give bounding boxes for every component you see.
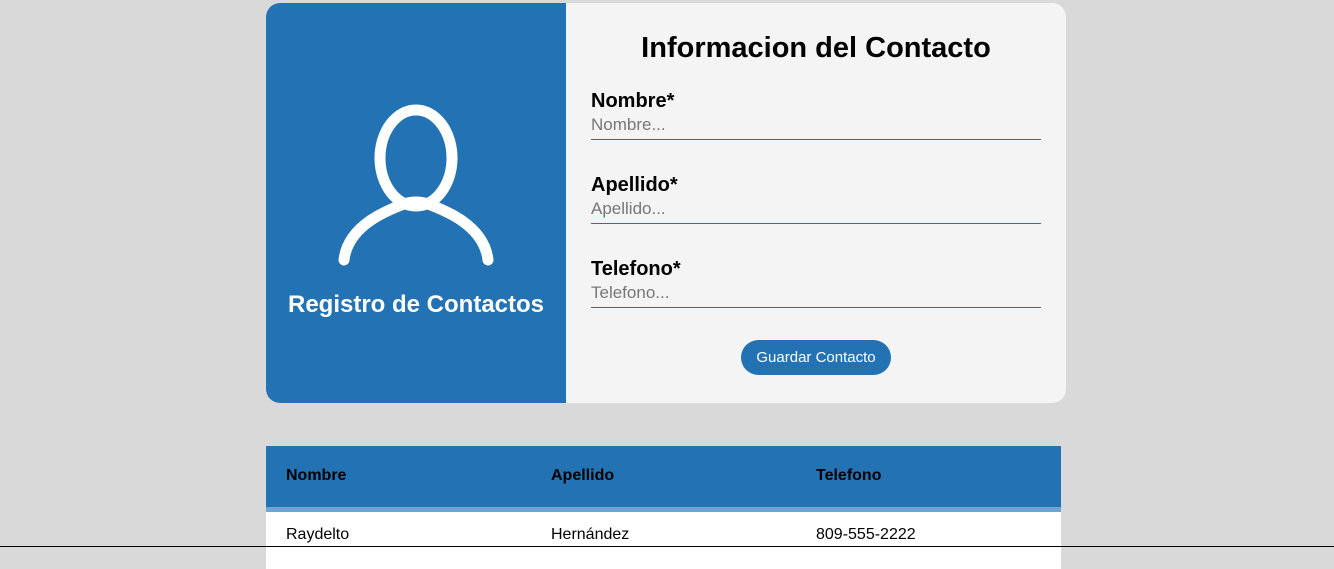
apellido-input[interactable]: [591, 197, 1041, 224]
table-header-row: Nombre Apellido Telefono: [266, 446, 1061, 509]
app-title: Registro de Contactos: [287, 291, 545, 318]
form-title: Informacion del Contacto: [641, 32, 991, 64]
header-nombre: Nombre: [286, 467, 347, 485]
header-telefono: Telefono: [816, 467, 882, 485]
brand-panel: Registro de Contactos: [266, 3, 566, 403]
user-icon: [338, 104, 494, 266]
cell-nombre: Raydelto: [286, 525, 350, 543]
field-nombre: Nombre*: [591, 89, 1041, 140]
field-apellido: Apellido*: [591, 173, 1041, 224]
telefono-input[interactable]: [591, 281, 1041, 308]
contact-card: Registro de Contactos Informacion del Co…: [266, 3, 1066, 403]
contacts-table-container: Nombre Apellido Telefono Raydelto Hernán…: [266, 446, 1061, 569]
apellido-label: Apellido*: [591, 174, 678, 196]
nombre-label: Nombre*: [591, 90, 675, 112]
telefono-label: Telefono*: [591, 258, 681, 280]
cell-telefono: 809-555-2222: [816, 525, 916, 543]
save-contact-button[interactable]: Guardar Contacto: [741, 340, 891, 375]
header-apellido: Apellido: [551, 467, 615, 485]
cell-apellido: Hernández: [551, 525, 630, 543]
contact-form: Informacion del Contacto Nombre* Apellid…: [566, 3, 1066, 403]
nombre-input[interactable]: [591, 113, 1041, 140]
contacts-table: Nombre Apellido Telefono Raydelto Hernán…: [266, 446, 1061, 569]
field-telefono: Telefono*: [591, 257, 1041, 308]
table-row[interactable]: Raydelto Hernández 809-555-2222: [266, 509, 1061, 569]
